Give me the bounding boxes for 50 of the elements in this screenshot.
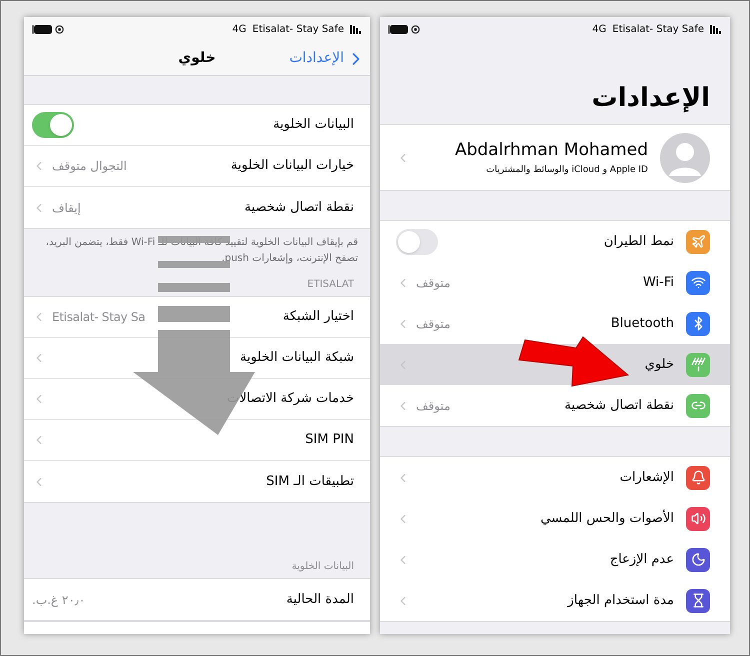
row-label: مدة استخدام الجهاز — [568, 592, 674, 610]
signal-icon — [350, 25, 362, 34]
profile-subtitle: Apple ID و iCloud والوسائط والمشتريات — [485, 164, 648, 176]
row-label: خدمات شركة الاتصالات — [226, 390, 354, 408]
row-label: المدة الحالية — [286, 590, 354, 609]
screen-title: خلوي — [178, 49, 216, 68]
row-label: خلوي — [644, 356, 674, 374]
section-header: البيانات الخلوية — [290, 560, 355, 574]
section-header: ETISALAT — [306, 278, 355, 292]
profile-name: Abdalrhman Mohamed — [454, 139, 648, 162]
back-button[interactable]: الإعدادات — [289, 48, 370, 69]
row-label: Wi-Fi — [642, 274, 674, 292]
battery-icon — [388, 25, 408, 34]
row-value: التجوال متوقف — [52, 158, 127, 175]
settings-row[interactable]: تطبيقات الـ SIM — [24, 461, 370, 502]
row-value: إيقاف — [52, 200, 81, 216]
carrier-name: Etisalat- Stay Safe — [612, 23, 704, 37]
signal-icon — [710, 25, 722, 34]
page-title: الإعدادات — [590, 82, 711, 115]
row-value: Etisalat- Stay Sa — [52, 309, 146, 326]
row-label: خيارات البيانات الخلوية — [230, 157, 354, 176]
row-value: ٢٠٫٠ غ.ب. — [32, 592, 86, 608]
row-label: نمط الطيران — [604, 232, 674, 251]
row-label: SIM PIN — [305, 431, 354, 450]
row-value: متوقف — [416, 398, 450, 414]
rotation-lock-icon — [411, 25, 420, 34]
row-label: اختيار الشبكة — [282, 308, 354, 326]
rotation-lock-icon — [55, 25, 64, 34]
row-value: متوقف — [416, 274, 450, 292]
row-label: عدم الإزعاج — [610, 550, 674, 569]
row-label: الأصوات والحس اللمسي — [540, 508, 674, 528]
toggle-switch[interactable] — [396, 228, 438, 254]
row-label: نقطة اتصال شخصية — [244, 198, 354, 217]
network-type: 4G — [232, 23, 246, 37]
row-label: شبكة البيانات الخلوية — [240, 349, 354, 368]
row-label: البيانات الخلوية — [273, 116, 354, 134]
row-label: الإشعارات — [620, 468, 674, 487]
row-label: Bluetooth — [610, 314, 674, 333]
network-type: 4G — [592, 23, 606, 37]
avatar-icon — [660, 132, 710, 182]
battery-icon — [32, 25, 52, 34]
settings-row[interactable]: خيارات البيانات الخلوية التجوال متوقف — [24, 146, 370, 187]
toggle-switch[interactable] — [32, 112, 74, 138]
row-value: متوقف — [416, 316, 450, 332]
row-label: نقطة اتصال شخصية — [564, 396, 674, 415]
settings-row[interactable]: البيانات الخلوية — [24, 105, 370, 146]
settings-row[interactable]: نقطة اتصال شخصية إيقاف — [24, 187, 370, 228]
carrier-name: Etisalat- Stay Safe — [252, 23, 344, 37]
settings-row[interactable]: المدة الحالية ٢٠٫٠ غ.ب. — [24, 579, 370, 620]
row-label: تطبيقات الـ SIM — [266, 472, 354, 491]
